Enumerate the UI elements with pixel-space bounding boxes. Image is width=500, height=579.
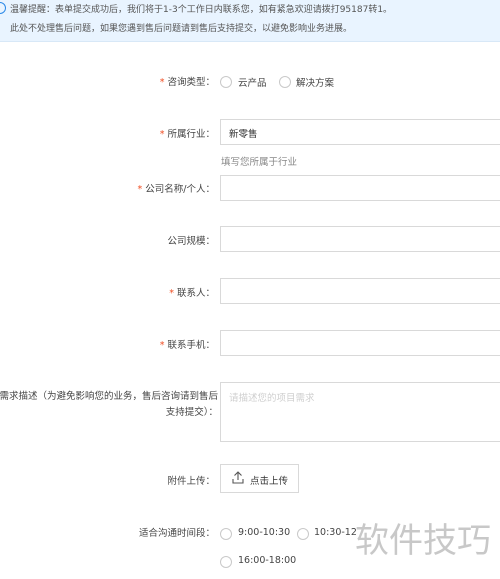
industry-label: * 所属行业： [159, 129, 215, 140]
industry-hint: 填写您所属于行业 [221, 157, 298, 168]
company-size-field[interactable] [220, 226, 500, 252]
upload-button-label: 点击上传 [250, 476, 289, 487]
notice-banner: 温馨提醒：表单提交成功后，我们将于1-3个工作日内联系您，如有紧急欢迎请拨打95… [0, 0, 500, 42]
industry-value: 新零售 [229, 129, 258, 140]
upload-button[interactable]: 点击上传 [220, 464, 299, 493]
contact-label: * 联系人： [169, 288, 215, 299]
radio-solution[interactable] [279, 76, 291, 88]
upload-icon [232, 471, 244, 484]
radio-cloud-product[interactable] [220, 76, 232, 88]
phone-label: * 联系手机： [159, 340, 215, 351]
notice-line-2: 此处不处理售后问题，如果您遇到售后问题请到售后支持提交，以避免影响业务进展。 [10, 24, 353, 34]
radio-time-3[interactable] [220, 556, 232, 568]
company-size-label: 公司规模： [167, 236, 215, 247]
radio-cloud-product-label[interactable]: 云产品 [238, 75, 267, 89]
watermark: 软件技巧 [355, 521, 491, 561]
contact-time-label: 适合沟通时间段： [138, 528, 215, 539]
company-name-field[interactable] [220, 175, 500, 201]
description-placeholder: 请描述您的项目需求 [229, 393, 315, 404]
contact-field[interactable] [220, 278, 500, 304]
industry-field[interactable]: 新零售 [220, 119, 500, 145]
radio-solution-label[interactable]: 解决方案 [296, 75, 334, 89]
description-textarea[interactable]: 请描述您的项目需求 [220, 382, 500, 442]
consult-type-label: * 咨询类型： [159, 77, 215, 88]
description-label: 需求描述（为避免影响您的业务，售后咨询请到售后支持提交）： [0, 391, 218, 418]
phone-field[interactable] [220, 330, 500, 356]
radio-time-3-label[interactable]: 16:00-18:00 [238, 555, 296, 566]
radio-time-1[interactable] [220, 528, 232, 540]
info-icon [0, 2, 6, 14]
radio-time-1-label[interactable]: 9:00-10:30 [238, 527, 290, 538]
notice-line-1: 温馨提醒：表单提交成功后，我们将于1-3个工作日内联系您，如有紧急欢迎请拨打95… [10, 5, 393, 15]
radio-time-2[interactable] [297, 528, 309, 540]
radio-time-2-label[interactable]: 10:30-12 [314, 527, 357, 538]
attachment-label: 附件上传： [167, 476, 215, 487]
company-name-label: * 公司名称/个人： [137, 184, 215, 195]
